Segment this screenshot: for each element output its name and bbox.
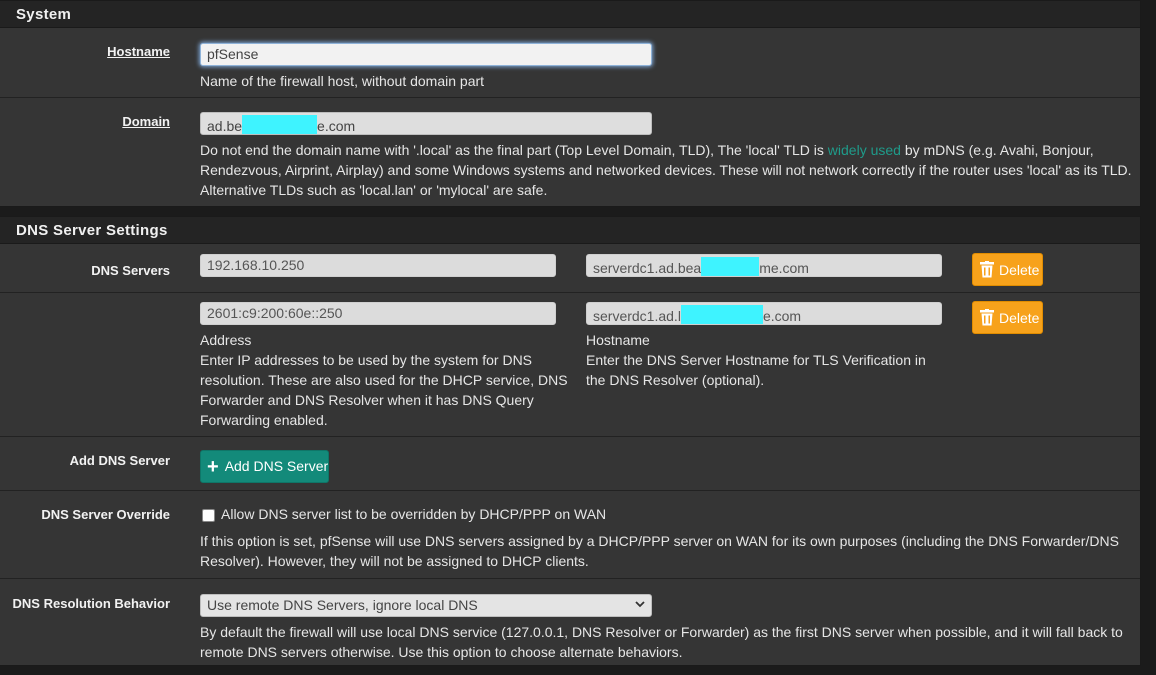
- dns-resolution-label: DNS Resolution Behavior: [12, 596, 170, 611]
- widely-used-link[interactable]: widely used: [828, 142, 901, 158]
- hostname-help: Enter the DNS Server Hostname for TLS Ve…: [586, 352, 926, 388]
- hostname-help: Name of the firewall host, without domai…: [200, 73, 485, 89]
- address-caption: Address: [200, 332, 252, 348]
- delete-label: Delete: [999, 262, 1040, 278]
- dns-override-label: DNS Server Override: [41, 507, 170, 522]
- trash-icon: [980, 309, 994, 326]
- dns-resolution-help: By default the firewall will use local D…: [200, 624, 1123, 660]
- trash-icon: [980, 261, 994, 278]
- chevron-down-icon: [635, 601, 645, 608]
- dns-override-row: DNS Server Override Allow DNS server lis…: [0, 490, 1140, 578]
- address-help: Enter IP addresses to be used by the sys…: [200, 352, 568, 428]
- dns-override-help: If this option is set, pfSense will use …: [200, 533, 1119, 569]
- dns-settings-panel: DNS Server Settings DNS Servers 192.168.…: [0, 216, 1141, 666]
- dns-resolution-row: DNS Resolution Behavior Use remote DNS S…: [0, 578, 1140, 667]
- plus-icon: +: [207, 456, 219, 478]
- dns-hostname-prefix: serverdc1.ad.bea: [593, 260, 702, 276]
- dns-hostname-suffix: e.com: [762, 308, 802, 324]
- redaction-block: [242, 115, 318, 134]
- dns-resolution-select[interactable]: Use remote DNS Servers, ignore local DNS: [200, 594, 652, 617]
- dns-hostname-suffix: me.com: [759, 260, 809, 276]
- dns-override-checkbox-label[interactable]: Allow DNS server list to be overridden b…: [221, 504, 606, 524]
- dns-address-value: 192.168.10.250: [207, 257, 305, 273]
- dns-server-row-2: 2601:c9:200:60e::250 serverdc1.ad.l e.com…: [0, 292, 1140, 436]
- hostname-value: pfSense: [207, 46, 259, 62]
- domain-value-suffix: e.com: [317, 118, 356, 134]
- add-dns-server-button-label: Add DNS Server: [224, 458, 329, 474]
- add-dns-server-row: Add DNS Server + Add DNS Server: [0, 436, 1140, 490]
- hostname-caption: Hostname: [586, 332, 650, 348]
- panel-title: System: [0, 1, 1140, 28]
- add-dns-server-label: Add DNS Server: [69, 453, 170, 468]
- dns-resolution-selected: Use remote DNS Servers, ignore local DNS: [207, 597, 478, 613]
- domain-help: Do not end the domain name with '.local'…: [200, 140, 1135, 200]
- redaction-block: [680, 305, 763, 324]
- domain-help-text-1: Do not end the domain name with '.local'…: [200, 142, 828, 158]
- domain-value-prefix: ad.be: [207, 118, 243, 134]
- domain-row: Domain ad.be e.com Do not end the domain …: [0, 97, 1140, 207]
- dns-hostname-input-1[interactable]: serverdc1.ad.bea me.com: [586, 254, 942, 277]
- dns-servers-label: DNS Servers: [91, 263, 170, 278]
- system-panel: System Hostname pfSense Name of the fire…: [0, 0, 1141, 207]
- dns-hostname-prefix: serverdc1.ad.l: [593, 308, 681, 324]
- delete-label: Delete: [999, 310, 1040, 326]
- dns-address-input-1[interactable]: 192.168.10.250: [200, 254, 556, 277]
- dns-address-value: 2601:c9:200:60e::250: [207, 305, 343, 321]
- dns-override-checkbox[interactable]: [202, 509, 215, 522]
- domain-label[interactable]: Domain: [122, 114, 170, 129]
- hostname-label[interactable]: Hostname: [107, 44, 170, 59]
- panel-title: DNS Server Settings: [0, 217, 1140, 244]
- domain-input[interactable]: ad.be e.com: [200, 112, 652, 135]
- delete-button[interactable]: Delete: [972, 253, 1043, 286]
- dns-server-row-1: DNS Servers 192.168.10.250 serverdc1.ad.…: [0, 245, 1140, 291]
- hostname-input[interactable]: pfSense: [200, 43, 652, 66]
- dns-hostname-input-2[interactable]: serverdc1.ad.l e.com: [586, 302, 942, 325]
- hostname-row: Hostname pfSense Name of the firewall ho…: [0, 29, 1140, 97]
- dns-address-input-2[interactable]: 2601:c9:200:60e::250: [200, 302, 556, 325]
- add-dns-server-button[interactable]: + Add DNS Server: [200, 450, 329, 483]
- delete-button[interactable]: Delete: [972, 301, 1043, 334]
- redaction-block: [701, 257, 760, 276]
